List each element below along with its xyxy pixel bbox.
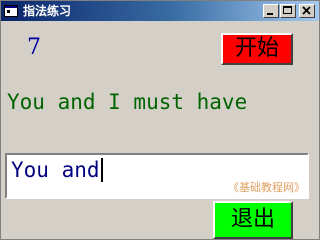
minimize-icon bbox=[267, 13, 273, 15]
maximize-button[interactable] bbox=[280, 4, 296, 18]
app-window: 指法练习 7 开始 You and I must have You and 《基… bbox=[0, 0, 320, 240]
text-caret bbox=[100, 158, 103, 182]
window-title: 指法练习 bbox=[23, 4, 72, 18]
close-icon bbox=[302, 6, 311, 15]
typing-input-value: You and bbox=[11, 156, 103, 184]
app-window-icon[interactable] bbox=[4, 4, 18, 18]
counter-label: 7 bbox=[27, 35, 41, 60]
minimize-button[interactable] bbox=[263, 4, 279, 18]
exit-button[interactable]: 退出 bbox=[213, 201, 293, 239]
target-text-label: You and I must have bbox=[7, 90, 248, 114]
watermark-text: 《基础教程网》 bbox=[228, 181, 305, 194]
close-button[interactable] bbox=[299, 4, 315, 18]
start-button[interactable]: 开始 bbox=[221, 33, 293, 65]
typing-input[interactable]: You and 《基础教程网》 bbox=[5, 153, 309, 199]
title-bar[interactable]: 指法练习 bbox=[1, 1, 319, 21]
maximize-icon bbox=[283, 6, 292, 14]
typed-text: You and bbox=[11, 158, 100, 182]
